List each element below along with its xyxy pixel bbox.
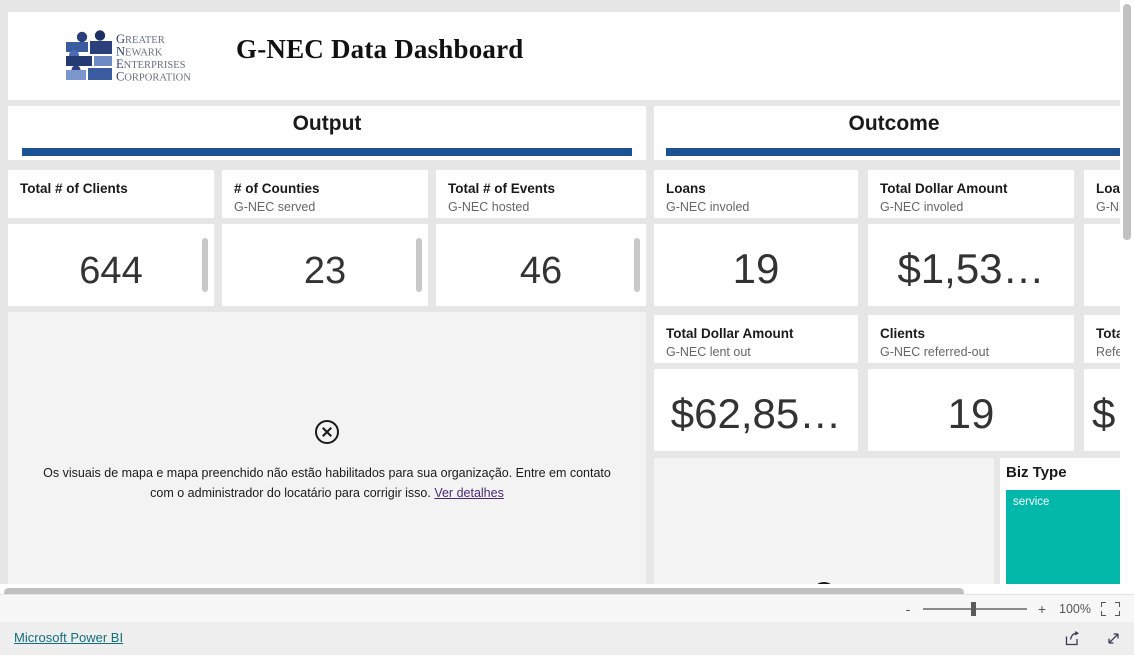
zoom-slider-thumb[interactable]	[971, 602, 976, 616]
kpi-value: 644	[79, 250, 143, 292]
footer-bar: Microsoft Power BI	[0, 622, 1134, 655]
kpi-value: 19	[947, 390, 995, 437]
treemap-tile-service[interactable]: service	[1006, 490, 1134, 584]
report-canvas: GREATER NEWARK ENTERPRISES CORPORATION G…	[0, 0, 1134, 600]
kpi-card-counties[interactable]: 23	[222, 224, 428, 306]
svg-text:CORPORATION: CORPORATION	[116, 70, 191, 84]
kpi-header-dollar-involved[interactable]: Total Dollar Amount G-NEC involed	[868, 170, 1074, 218]
kpi-card-clients-referred-out[interactable]: 19	[868, 369, 1074, 451]
gnec-logo: GREATER NEWARK ENTERPRISES CORPORATION	[60, 30, 210, 86]
kpi-title: Total Dollar Amount	[666, 326, 794, 341]
microsoft-power-bi-link[interactable]: Microsoft Power BI	[14, 630, 123, 645]
kpi-header-clients-referred-out[interactable]: Clients G-NEC referred-out	[868, 315, 1074, 363]
kpi-card-dollar-lent-out[interactable]: $62,85…	[654, 369, 858, 451]
error-circle-x-icon	[315, 420, 339, 444]
footer-icons	[1064, 622, 1122, 655]
kpi-subtitle: G-NEC involed	[666, 200, 750, 214]
kpi-header-total-clients[interactable]: Total # of Clients	[8, 170, 214, 218]
kpi-subtitle: G-NEC served	[234, 200, 316, 214]
lower-visual-error-panel	[654, 458, 994, 600]
section-accent-bar-output	[22, 148, 632, 156]
section-title-outcome: Outcome	[848, 112, 940, 135]
kpi-title: # of Counties	[234, 181, 320, 196]
kpi-card-total-clients[interactable]: 644	[8, 224, 214, 306]
kpi-title: Loans	[666, 181, 706, 196]
dashboard-header: GREATER NEWARK ENTERPRISES CORPORATION G…	[8, 12, 1126, 100]
kpi-subtitle: G-NEC hosted	[448, 200, 530, 214]
kpi-value: $62,85…	[670, 390, 842, 437]
kpi-scrollbar[interactable]	[202, 238, 208, 292]
section-title-output: Output	[292, 112, 362, 135]
biz-type-treemap-visual[interactable]: Biz Type service	[1000, 458, 1134, 584]
kpi-header-total-events[interactable]: Total # of Events G-NEC hosted	[436, 170, 646, 218]
fit-to-page-icon[interactable]	[1101, 602, 1120, 616]
kpi-subtitle: G-NEC lent out	[666, 345, 751, 359]
canvas-vertical-scrollbar-thumb[interactable]	[1123, 4, 1131, 240]
kpi-title: Clients	[880, 326, 926, 341]
kpi-card-dollar-involved[interactable]: $1,53…	[868, 224, 1074, 306]
section-banner-output: Output	[8, 106, 646, 160]
map-error-message: Os visuais de mapa e mapa preenchido não…	[43, 466, 611, 500]
fullscreen-expand-icon[interactable]	[1105, 630, 1122, 647]
page-title: G-NEC Data Dashboard	[236, 34, 524, 64]
kpi-header-dollar-lent-out[interactable]: Total Dollar Amount G-NEC lent out	[654, 315, 858, 363]
kpi-subtitle: G-NEC referred-out	[880, 345, 990, 359]
kpi-title: Total # of Clients	[20, 181, 128, 196]
biz-type-title: Biz Type	[1006, 464, 1067, 481]
section-banner-outcome: Outcome	[654, 106, 1134, 160]
kpi-header-loans-involved[interactable]: Loans G-NEC involed	[654, 170, 858, 218]
kpi-title: Total Dollar Amount	[880, 181, 1008, 196]
canvas-vertical-scrollbar[interactable]	[1120, 0, 1134, 600]
kpi-title: Total # of Events	[448, 181, 556, 196]
kpi-card-total-events[interactable]: 46	[436, 224, 646, 306]
zoom-slider[interactable]	[923, 602, 1027, 616]
gnec-logo-graphic: GREATER NEWARK ENTERPRISES CORPORATION	[66, 30, 191, 84]
svg-text:ENTERPRISES: ENTERPRISES	[116, 57, 186, 71]
status-bar: - + 100%	[0, 594, 1134, 622]
zoom-percent-label: 100%	[1059, 602, 1091, 616]
treemap-tile-label: service	[1013, 496, 1050, 508]
kpi-scrollbar[interactable]	[416, 238, 422, 292]
map-error-content: Os visuais de mapa e mapa preenchido não…	[8, 420, 646, 503]
zoom-in-button[interactable]: +	[1037, 602, 1047, 616]
kpi-scrollbar[interactable]	[634, 238, 640, 292]
kpi-subtitle: G-NEC involed	[880, 200, 964, 214]
kpi-header-counties[interactable]: # of Counties G-NEC served	[222, 170, 428, 218]
see-details-link[interactable]: Ver detalhes	[434, 486, 504, 500]
share-icon[interactable]	[1064, 630, 1081, 647]
kpi-value: 19	[732, 245, 780, 292]
zoom-controls: - + 100%	[903, 595, 1120, 623]
kpi-value: 46	[519, 250, 563, 292]
map-visual-error-panel: Os visuais de mapa e mapa preenchido não…	[8, 312, 646, 584]
zoom-out-button[interactable]: -	[903, 602, 913, 616]
section-accent-bar-outcome	[666, 148, 1134, 156]
kpi-card-loans-involved[interactable]: 19	[654, 224, 858, 306]
kpi-value: $1,53…	[897, 245, 1045, 292]
kpi-value: 23	[303, 250, 347, 292]
